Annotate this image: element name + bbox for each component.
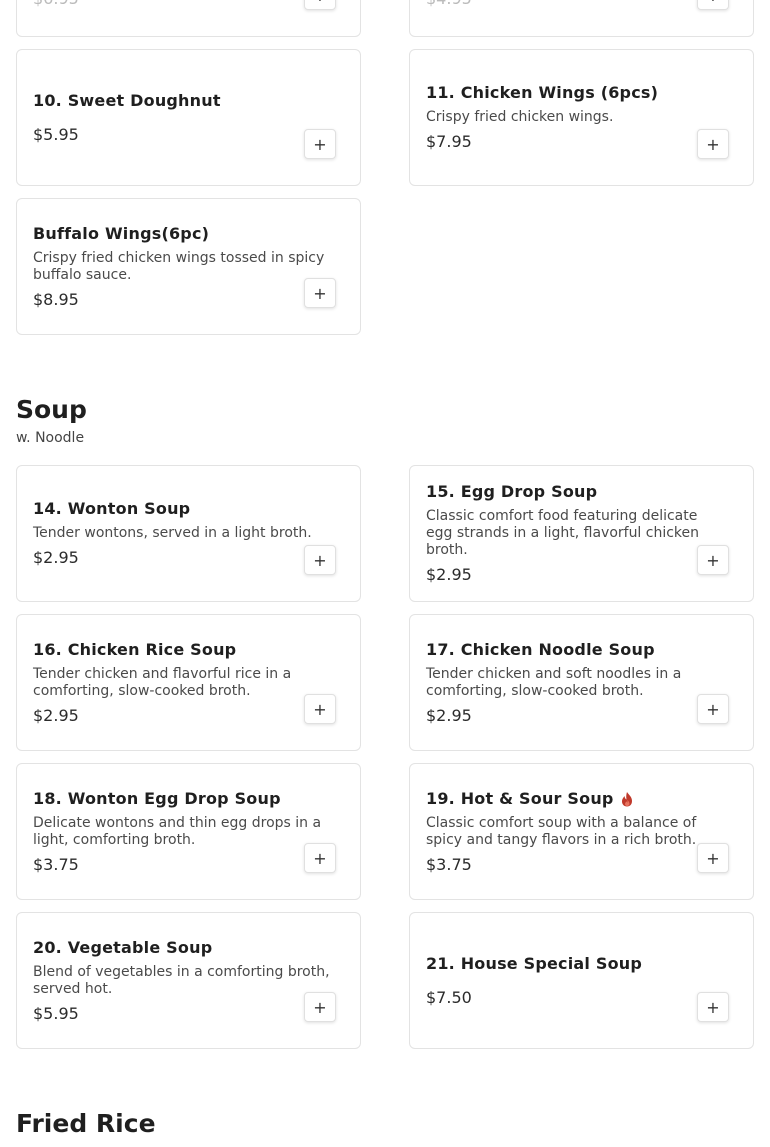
menu-item-card[interactable]: $6.95 + (16, 0, 361, 37)
menu-item-card[interactable]: 21. House Special Soup $7.50 + (409, 912, 754, 1049)
add-to-cart-button[interactable]: + (304, 694, 336, 724)
menu-item-card[interactable]: 18. Wonton Egg Drop Soup Delicate wonton… (16, 763, 361, 900)
item-name-text: 20. Vegetable Soup (33, 937, 213, 957)
item-name: 18. Wonton Egg Drop Soup (33, 789, 300, 809)
add-to-cart-button[interactable]: + (304, 843, 336, 873)
item-info: 20. Vegetable Soup Blend of vegetables i… (33, 913, 330, 1048)
item-name-text: Buffalo Wings(6pc) (33, 223, 210, 243)
item-name-text: 16. Chicken Rice Soup (33, 639, 237, 659)
item-description: Classic comfort food featuring delicate … (426, 508, 700, 558)
item-info: 16. Chicken Rice Soup Tender chicken and… (33, 615, 300, 750)
item-info: 14. Wonton Soup Tender wontons, served i… (33, 466, 312, 601)
add-to-cart-button[interactable]: + (697, 843, 729, 873)
item-info: 10. Sweet Doughnut $5.95 (33, 50, 300, 185)
menu-page: $6.95 + $4.95 + 10. Sweet Doughnut $5.95… (0, 0, 770, 1147)
add-to-cart-button[interactable]: + (304, 0, 336, 10)
item-price: $2.95 (33, 705, 79, 725)
section-title-fried-rice: Fried Rice (16, 1109, 156, 1138)
item-name: 16. Chicken Rice Soup (33, 640, 300, 660)
item-description: Tender wontons, served in a light broth. (33, 525, 312, 541)
item-price: $6.95 (33, 0, 79, 9)
menu-item-card[interactable]: 14. Wonton Soup Tender wontons, served i… (16, 465, 361, 602)
item-info: 19. Hot & Sour Soup Classic comfort soup… (426, 764, 696, 899)
item-info: Buffalo Wings(6pc) Crispy fried chicken … (33, 199, 324, 334)
add-to-cart-button[interactable]: + (697, 545, 729, 575)
section-subtitle-soup: w. Noodle (16, 430, 85, 446)
item-name-text: 14. Wonton Soup (33, 499, 191, 518)
menu-item-card[interactable]: $4.95 + (409, 0, 754, 37)
item-name-text: 21. House Special Soup (426, 953, 643, 973)
add-to-cart-button[interactable]: + (304, 992, 336, 1022)
item-price: $5.95 (33, 124, 79, 144)
item-name-text: 19. Hot & Sour Soup (426, 788, 614, 808)
item-price: $3.75 (33, 854, 79, 874)
item-price: $3.75 (426, 854, 472, 874)
item-description: Blend of vegetables in a comforting brot… (33, 963, 330, 997)
menu-item-card[interactable]: 16. Chicken Rice Soup Tender chicken and… (16, 614, 361, 751)
item-price: $8.95 (33, 289, 79, 309)
add-to-cart-button[interactable]: + (697, 0, 729, 10)
item-name: 21. House Special Soup (426, 954, 693, 974)
menu-item-card[interactable]: 20. Vegetable Soup Blend of vegetables i… (16, 912, 361, 1049)
add-to-cart-button[interactable]: + (697, 694, 729, 724)
item-description: Crispy fried chicken wings tossed in spi… (33, 249, 325, 283)
item-price: $4.95 (426, 0, 472, 9)
add-to-cart-button[interactable]: + (304, 129, 336, 159)
add-to-cart-button[interactable]: + (304, 278, 336, 308)
item-name: Buffalo Wings(6pc) (33, 224, 300, 244)
item-name: 17. Chicken Noodle Soup (426, 640, 693, 660)
item-price: $7.95 (426, 132, 472, 151)
item-description: Crispy fried chicken wings. (426, 109, 614, 125)
add-to-cart-button[interactable]: + (304, 545, 336, 575)
menu-item-card[interactable]: 10. Sweet Doughnut $5.95 + (16, 49, 361, 186)
add-to-cart-button[interactable]: + (697, 129, 729, 159)
item-name-text: 10. Sweet Doughnut (33, 90, 221, 110)
add-to-cart-button[interactable]: + (697, 992, 729, 1022)
menu-item-card[interactable]: Buffalo Wings(6pc) Crispy fried chicken … (16, 198, 361, 335)
item-info: 18. Wonton Egg Drop Soup Delicate wonton… (33, 764, 321, 899)
item-name: 10. Sweet Doughnut (33, 91, 300, 111)
menu-item-card[interactable]: 15. Egg Drop Soup Classic comfort food f… (409, 465, 754, 602)
item-name: 19. Hot & Sour Soup (426, 789, 693, 809)
section-title-soup: Soup (16, 395, 87, 424)
item-name-text: 18. Wonton Egg Drop Soup (33, 788, 281, 808)
item-name-text: 15. Egg Drop Soup (426, 482, 598, 501)
item-price: $7.50 (426, 987, 472, 1007)
item-info: 17. Chicken Noodle Soup Tender chicken a… (426, 615, 693, 750)
item-price: $2.95 (426, 565, 472, 584)
menu-item-card[interactable]: 19. Hot & Sour Soup Classic comfort soup… (409, 763, 754, 900)
menu-item-card[interactable]: 11. Chicken Wings (6pcs) Crispy fried ch… (409, 49, 754, 186)
menu-item-card[interactable]: 17. Chicken Noodle Soup Tender chicken a… (409, 614, 754, 751)
item-price: $2.95 (33, 548, 79, 567)
item-description: Classic comfort soup with a balance of s… (426, 814, 697, 848)
item-name: 11. Chicken Wings (6pcs) (426, 83, 693, 103)
item-description: Tender chicken and soft noodles in a com… (426, 665, 682, 699)
item-price: $5.95 (33, 1003, 79, 1023)
item-name-text: 17. Chicken Noodle Soup (426, 639, 655, 659)
item-info: 21. House Special Soup $7.50 (426, 913, 693, 1048)
item-description: Delicate wontons and thin egg drops in a… (33, 814, 322, 848)
item-info: 15. Egg Drop Soup Classic comfort food f… (426, 466, 699, 601)
item-info: 11. Chicken Wings (6pcs) Crispy fried ch… (426, 50, 693, 185)
item-name-text: 11. Chicken Wings (6pcs) (426, 83, 659, 102)
item-name: 15. Egg Drop Soup (426, 482, 693, 502)
item-description: Tender chicken and flavorful rice in a c… (33, 665, 292, 699)
chili-flame-icon (620, 791, 634, 807)
item-price: $2.95 (426, 705, 472, 725)
item-name: 20. Vegetable Soup (33, 938, 300, 958)
item-name: 14. Wonton Soup (33, 499, 300, 519)
